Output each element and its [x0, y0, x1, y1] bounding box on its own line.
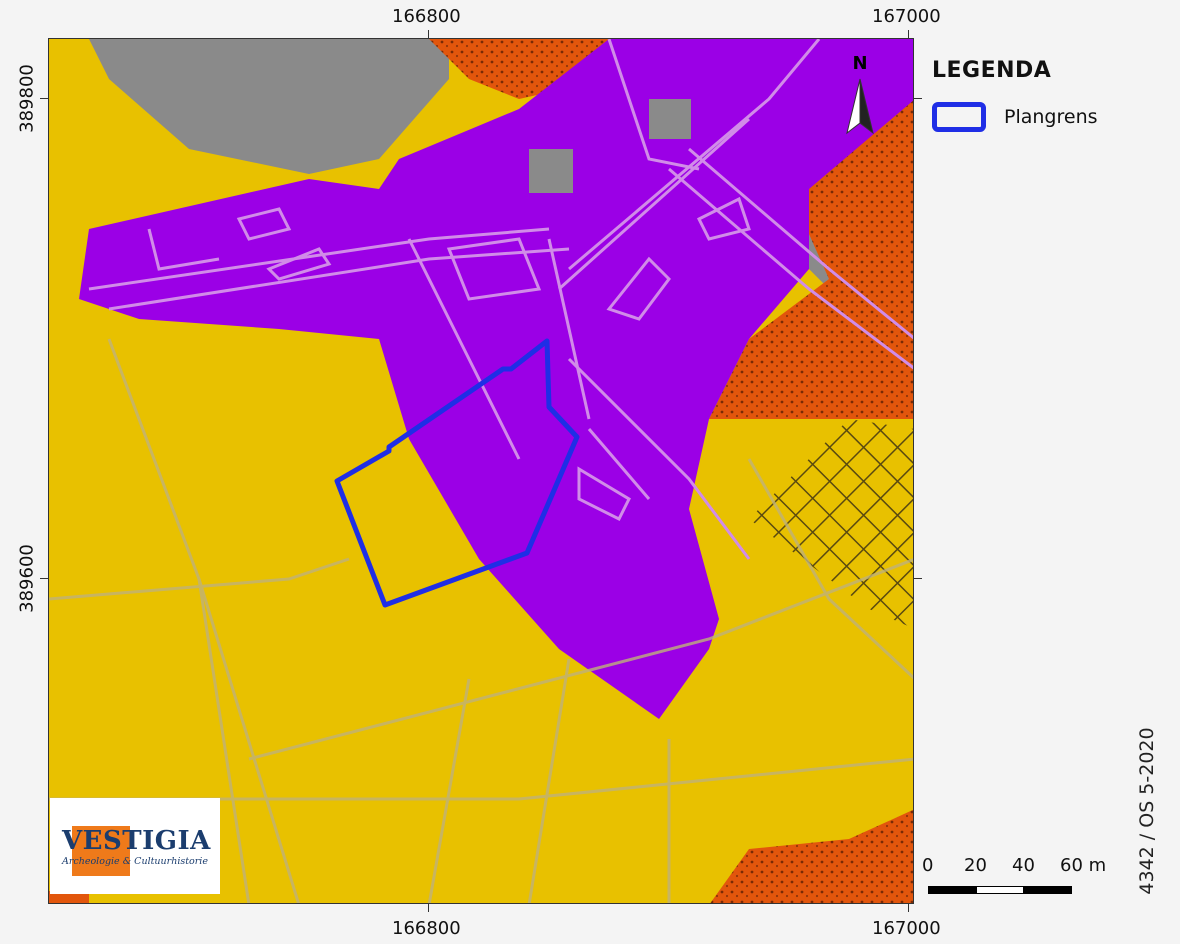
- tick-y-left-2: [40, 578, 48, 579]
- building-2: [649, 99, 691, 139]
- north-arrow-icon: [846, 78, 874, 135]
- tick-x-bottom-1: [428, 904, 429, 912]
- map-svg: [49, 39, 913, 903]
- tick-y-right-1: [914, 98, 922, 99]
- logo-subtitle: Archeologie & Cultuurhistorie: [62, 856, 208, 867]
- scale-label-0: 0: [922, 855, 934, 876]
- north-label: N: [852, 53, 868, 74]
- project-code: 4342 / OS 5-2020: [1136, 727, 1158, 895]
- legend-label-plangrens: Plangrens: [1004, 106, 1098, 128]
- building-1: [529, 149, 573, 193]
- scale-segment-1: [928, 886, 976, 894]
- tick-x-top-2: [908, 30, 909, 38]
- map-canvas[interactable]: N: [48, 38, 914, 904]
- coord-y-389800: 389800: [16, 64, 38, 133]
- coord-x-bottom-167000: 167000: [872, 918, 941, 939]
- tick-y-right-2: [914, 578, 922, 579]
- logo-name: VESTIGIA: [62, 826, 211, 856]
- tick-y-left-1: [40, 98, 48, 99]
- scale-segment-2: [976, 886, 1024, 894]
- tick-x-top-1: [428, 30, 429, 38]
- coord-y-389600: 389600: [16, 544, 38, 613]
- coord-x-bottom-166800: 166800: [392, 918, 461, 939]
- scale-label-20: 20: [964, 855, 987, 876]
- vestigia-logo: VESTIGIA Archeologie & Cultuurhistorie: [50, 798, 220, 894]
- legend-swatch-plangrens: [932, 102, 986, 132]
- north-arrow: N: [845, 53, 875, 137]
- coord-x-top-167000: 167000: [872, 6, 941, 27]
- tick-x-bottom-2: [908, 904, 909, 912]
- scale-label-60: 60 m: [1060, 855, 1107, 876]
- coord-x-top-166800: 166800: [392, 6, 461, 27]
- legend-title: LEGENDA: [932, 58, 1052, 83]
- scale-segment-3: [1024, 886, 1072, 894]
- scale-label-40: 40: [1012, 855, 1035, 876]
